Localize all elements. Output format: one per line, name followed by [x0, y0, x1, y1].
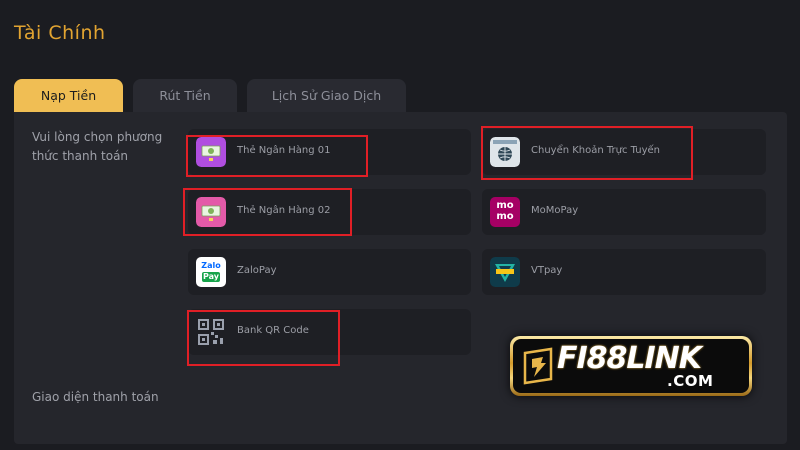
zalo-text-bottom: Pay	[202, 272, 220, 282]
logo-main-text: FI88LINK	[557, 341, 702, 376]
page-title: Tài Chính	[14, 22, 106, 44]
method-momopay[interactable]: mo mo MoMoPay	[482, 189, 766, 235]
method-label: Chuyển Khoản Trực Tuyến	[531, 145, 661, 156]
vtpay-icon	[490, 257, 520, 287]
tab-withdraw[interactable]: Rút Tiền	[133, 79, 237, 112]
method-bank-qr-code[interactable]: Bank QR Code	[188, 309, 471, 355]
logo-emblem-icon	[523, 347, 553, 385]
momo-icon: mo mo	[490, 197, 520, 227]
method-bank-card-01[interactable]: Thẻ Ngân Hàng 01	[188, 129, 471, 175]
qr-code-icon	[196, 317, 226, 347]
zalo-text-top: Zalo	[201, 261, 221, 270]
method-bank-card-02[interactable]: Thẻ Ngân Hàng 02	[188, 189, 471, 235]
method-vtpay[interactable]: VTpay	[482, 249, 766, 295]
online-transfer-icon	[490, 137, 520, 167]
method-label: Thẻ Ngân Hàng 02	[237, 205, 331, 216]
method-label: ZaloPay	[237, 265, 277, 276]
bank-card-icon	[196, 197, 226, 227]
method-label: MoMoPay	[531, 205, 579, 216]
zalopay-icon: Zalo Pay	[196, 257, 226, 287]
bank-card-icon	[196, 137, 226, 167]
method-online-transfer[interactable]: Chuyển Khoản Trực Tuyến	[482, 129, 766, 175]
method-label: VTpay	[531, 265, 563, 276]
method-label: Thẻ Ngân Hàng 01	[237, 145, 331, 156]
method-label: Bank QR Code	[237, 325, 309, 336]
payment-interface-label: Giao diện thanh toán	[32, 390, 159, 404]
choose-method-label: Vui lòng chọn phương thức thanh toán	[32, 130, 163, 163]
tab-deposit[interactable]: Nạp Tiền	[14, 79, 123, 112]
momo-text-top: mo	[496, 200, 514, 211]
logo-sub-text: .COM	[667, 372, 714, 390]
momo-text-bottom: mo	[496, 211, 514, 222]
tab-transaction-history[interactable]: Lịch Sử Giao Dịch	[247, 79, 406, 112]
method-zalopay[interactable]: Zalo Pay ZaloPay	[188, 249, 471, 295]
fi88link-watermark-logo: FI88LINK .COM	[510, 336, 752, 396]
